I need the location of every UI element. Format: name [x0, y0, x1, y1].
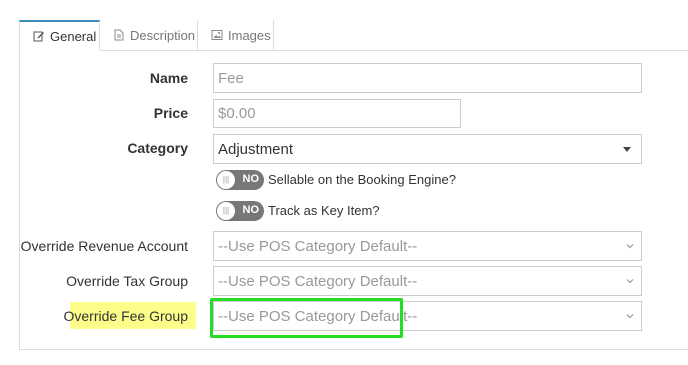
- override-tax-value: --Use POS Category Default--: [218, 272, 418, 290]
- override-tax-select[interactable]: --Use POS Category Default--: [213, 266, 642, 296]
- override-revenue-label: Override Revenue Account: [20, 238, 188, 254]
- name-input[interactable]: Fee: [213, 63, 642, 93]
- name-label: Name: [149, 70, 188, 86]
- name-value: Fee: [218, 69, 244, 87]
- sellable-toggle-state: NO: [242, 173, 260, 185]
- caret-down-icon: [623, 147, 631, 152]
- tab-description-label: Description: [130, 27, 196, 43]
- override-fee-label: Override Fee Group: [63, 308, 189, 324]
- tab-bar: General Description Images: [19, 20, 688, 51]
- chevron-down-icon: [626, 244, 634, 249]
- image-icon: [211, 29, 223, 41]
- chevron-down-icon: [626, 279, 634, 284]
- price-input[interactable]: $0.00: [213, 99, 461, 128]
- annotation-highlight-box: [210, 298, 403, 338]
- file-text-icon: [113, 29, 125, 41]
- tab-general[interactable]: General: [19, 20, 100, 51]
- sellable-label: Sellable on the Booking Engine?: [268, 172, 456, 187]
- override-revenue-select[interactable]: --Use POS Category Default--: [213, 231, 642, 261]
- category-value: Adjustment: [218, 140, 294, 158]
- key-item-label: Track as Key Item?: [268, 203, 380, 218]
- tab-description[interactable]: Description: [100, 20, 198, 50]
- override-revenue-value: --Use POS Category Default--: [218, 237, 418, 255]
- category-select[interactable]: Adjustment: [213, 134, 642, 164]
- price-value: $0.00: [218, 105, 256, 122]
- edit-icon: [33, 30, 45, 42]
- tab-images-label: Images: [228, 27, 271, 43]
- key-item-toggle[interactable]: ||| NO: [216, 201, 264, 221]
- sellable-toggle[interactable]: ||| NO: [216, 170, 264, 190]
- tab-general-label: General: [50, 28, 97, 44]
- tab-images[interactable]: Images: [198, 20, 274, 50]
- category-label: Category: [127, 140, 188, 156]
- price-label: Price: [153, 105, 188, 121]
- toggle-knob: |||: [217, 171, 235, 189]
- override-tax-label: Override Tax Group: [66, 273, 188, 289]
- toggle-knob: |||: [217, 202, 235, 220]
- key-item-toggle-state: NO: [242, 204, 260, 216]
- chevron-down-icon: [626, 314, 634, 319]
